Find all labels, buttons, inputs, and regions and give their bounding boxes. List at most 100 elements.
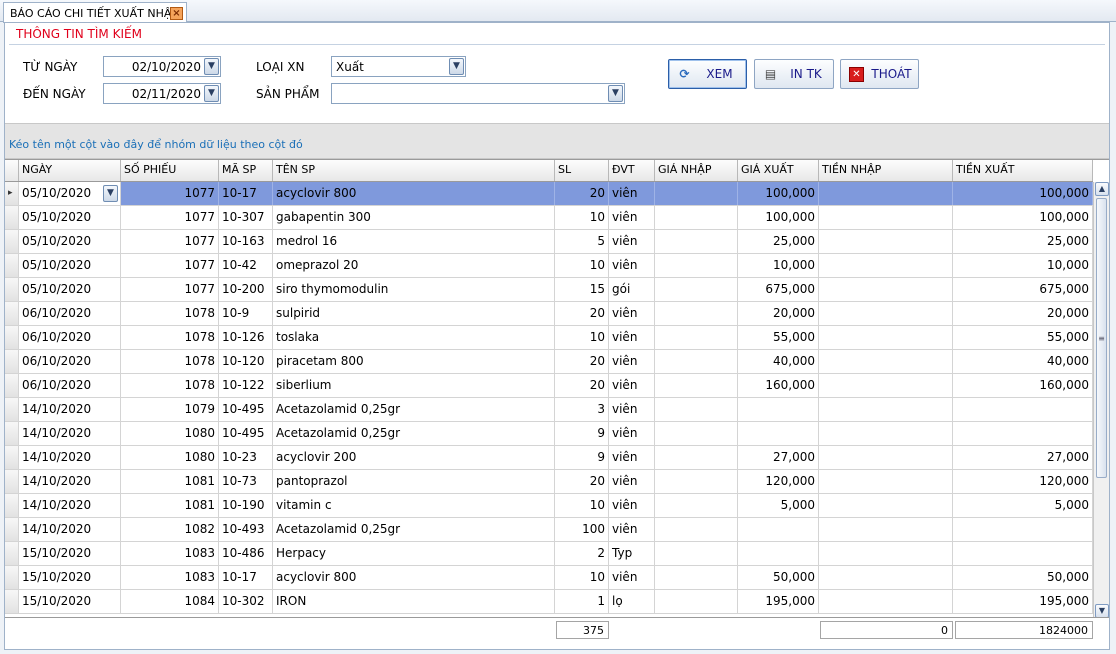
cell-voucher[interactable]: 1078: [121, 350, 219, 373]
table-row[interactable]: 06/10/2020 1078 10-126 toslaka 10 viên 55,000 5…: [5, 326, 1093, 350]
row-indicator[interactable]: [5, 566, 19, 589]
table-row[interactable]: 14/10/2020 1082 10-493 Acetazolamid 0,25gr 1…: [5, 518, 1093, 542]
cell-import-price[interactable]: [655, 302, 738, 325]
cell-date[interactable]: 15/10/2020: [19, 590, 121, 613]
cell-unit[interactable]: viên: [609, 302, 655, 325]
cell-product-code[interactable]: 10-122: [219, 374, 273, 397]
cell-export-price[interactable]: 100,000: [738, 206, 819, 229]
cell-export-price[interactable]: 40,000: [738, 350, 819, 373]
cell-qty[interactable]: 10: [555, 254, 609, 277]
cell-product-code[interactable]: 10-495: [219, 422, 273, 445]
cell-product-name[interactable]: acyclovir 800: [273, 566, 555, 589]
cell-export-amount[interactable]: 50,000: [953, 566, 1093, 589]
cell-voucher[interactable]: 1082: [121, 518, 219, 541]
cell-import-amount[interactable]: [819, 326, 953, 349]
cell-product-code[interactable]: 10-163: [219, 230, 273, 253]
exit-button[interactable]: ✕ THOÁT: [840, 59, 919, 89]
cell-product-code[interactable]: 10-23: [219, 446, 273, 469]
print-button[interactable]: ▤ IN TK: [754, 59, 834, 89]
cell-voucher[interactable]: 1081: [121, 470, 219, 493]
cell-date[interactable]: 05/10/2020: [19, 278, 121, 301]
cell-import-amount[interactable]: [819, 254, 953, 277]
row-indicator[interactable]: [5, 206, 19, 229]
cell-date[interactable]: 14/10/2020: [19, 398, 121, 421]
cell-unit[interactable]: viên: [609, 350, 655, 373]
col-header-voucher[interactable]: SỐ PHIẾU: [121, 160, 219, 181]
cell-date[interactable]: 05/10/2020: [19, 206, 121, 229]
cell-product-name[interactable]: pantoprazol: [273, 470, 555, 493]
col-header-export-amount[interactable]: TIỀN XUẤT: [953, 160, 1093, 181]
cell-qty[interactable]: 20: [555, 470, 609, 493]
cell-export-amount[interactable]: 160,000: [953, 374, 1093, 397]
cell-import-amount[interactable]: [819, 398, 953, 421]
row-indicator[interactable]: [5, 254, 19, 277]
chevron-down-icon[interactable]: ▼: [103, 185, 118, 202]
cell-export-amount[interactable]: 5,000: [953, 494, 1093, 517]
scroll-down-icon[interactable]: ▼: [1095, 604, 1109, 618]
cell-voucher[interactable]: 1078: [121, 302, 219, 325]
cell-unit[interactable]: viên: [609, 446, 655, 469]
col-header-import-amount[interactable]: TIỀN NHẬP: [819, 160, 953, 181]
cell-date[interactable]: 06/10/2020: [19, 374, 121, 397]
table-row[interactable]: 14/10/2020 1080 10-23 acyclovir 200 9 viên 27,…: [5, 446, 1093, 470]
cell-voucher[interactable]: 1083: [121, 542, 219, 565]
cell-export-price[interactable]: [738, 422, 819, 445]
row-indicator[interactable]: [5, 422, 19, 445]
cell-product-code[interactable]: 10-307: [219, 206, 273, 229]
row-indicator[interactable]: [5, 326, 19, 349]
table-row[interactable]: 05/10/2020 1077 10-163 medrol 16 5 viên 25,000…: [5, 230, 1093, 254]
row-indicator[interactable]: [5, 278, 19, 301]
cell-product-name[interactable]: medrol 16: [273, 230, 555, 253]
cell-date[interactable]: 06/10/2020: [19, 302, 121, 325]
cell-date[interactable]: 15/10/2020: [19, 566, 121, 589]
cell-export-price[interactable]: 50,000: [738, 566, 819, 589]
cell-voucher[interactable]: 1081: [121, 494, 219, 517]
cell-date[interactable]: 06/10/2020: [19, 350, 121, 373]
col-header-export-price[interactable]: GIÁ XUẤT: [738, 160, 819, 181]
cell-export-amount[interactable]: 20,000: [953, 302, 1093, 325]
cell-export-price[interactable]: [738, 398, 819, 421]
cell-product-name[interactable]: omeprazol 20: [273, 254, 555, 277]
cell-date[interactable]: 05/10/2020 ▼: [19, 182, 121, 205]
cell-import-price[interactable]: [655, 518, 738, 541]
row-indicator[interactable]: [5, 230, 19, 253]
cell-import-amount[interactable]: [819, 230, 953, 253]
cell-import-price[interactable]: [655, 182, 738, 205]
cell-voucher[interactable]: 1078: [121, 374, 219, 397]
cell-export-amount[interactable]: 100,000: [953, 182, 1093, 205]
cell-export-price[interactable]: [738, 542, 819, 565]
cell-import-price[interactable]: [655, 446, 738, 469]
table-row[interactable]: 15/10/2020 1083 10-17 acyclovir 800 10 viên 50…: [5, 566, 1093, 590]
row-indicator[interactable]: [5, 542, 19, 565]
table-row[interactable]: 06/10/2020 1078 10-120 piracetam 800 20 viên 4…: [5, 350, 1093, 374]
cell-import-price[interactable]: [655, 590, 738, 613]
cell-qty[interactable]: 20: [555, 350, 609, 373]
cell-product-code[interactable]: 10-9: [219, 302, 273, 325]
cell-product-name[interactable]: toslaka: [273, 326, 555, 349]
table-row[interactable]: 05/10/2020 1077 10-42 omeprazol 20 10 viên 10,…: [5, 254, 1093, 278]
cell-import-amount[interactable]: [819, 518, 953, 541]
table-row[interactable]: 15/10/2020 1084 10-302 IRON 1 lọ 195,000 195,00…: [5, 590, 1093, 614]
row-indicator[interactable]: [5, 518, 19, 541]
close-icon[interactable]: ×: [170, 7, 183, 20]
cell-export-price[interactable]: 160,000: [738, 374, 819, 397]
row-indicator[interactable]: [5, 398, 19, 421]
table-row[interactable]: 15/10/2020 1083 10-486 Herpacy 2 Typ: [5, 542, 1093, 566]
cell-product-name[interactable]: acyclovir 800: [273, 182, 555, 205]
row-indicator[interactable]: [5, 374, 19, 397]
row-indicator[interactable]: [5, 350, 19, 373]
table-row[interactable]: 14/10/2020 1081 10-190 vitamin c 10 viên 5,000…: [5, 494, 1093, 518]
cell-export-amount[interactable]: 120,000: [953, 470, 1093, 493]
cell-export-amount[interactable]: 27,000: [953, 446, 1093, 469]
cell-product-name[interactable]: Acetazolamid 0,25gr: [273, 398, 555, 421]
scroll-up-icon[interactable]: ▲: [1095, 182, 1109, 196]
cell-qty[interactable]: 2: [555, 542, 609, 565]
cell-export-amount[interactable]: 25,000: [953, 230, 1093, 253]
cell-import-amount[interactable]: [819, 446, 953, 469]
row-indicator[interactable]: [5, 446, 19, 469]
cell-date[interactable]: 15/10/2020: [19, 542, 121, 565]
cell-product-code[interactable]: 10-73: [219, 470, 273, 493]
chevron-down-icon[interactable]: ▼: [449, 58, 464, 75]
cell-qty[interactable]: 10: [555, 494, 609, 517]
cell-voucher[interactable]: 1077: [121, 254, 219, 277]
